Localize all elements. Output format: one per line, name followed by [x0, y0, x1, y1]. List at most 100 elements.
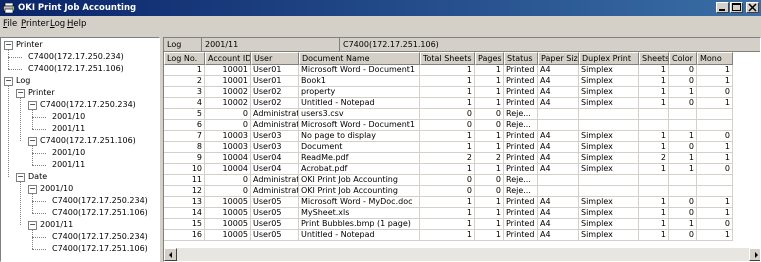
scroll-left-button[interactable]: [164, 248, 177, 261]
arrow-left-icon: [169, 252, 172, 258]
menu-file[interactable]: File: [3, 19, 17, 29]
table-row[interactable]: 7 10003 User03 No page to display 1 1 Printed A…: [164, 131, 733, 142]
column-header[interactable]: Color: [669, 52, 697, 65]
tree-item[interactable]: 2001/11: [52, 123, 85, 135]
table-cell: 11: [164, 175, 205, 186]
table-cell: 0: [205, 186, 251, 197]
tree-item[interactable]: Printer: [16, 39, 43, 51]
table-cell: OKI Print Job Accounting: [299, 186, 420, 197]
table-cell: [669, 120, 697, 131]
table-cell: Printed: [504, 219, 538, 230]
tree-collapse-icon[interactable]: −: [4, 76, 13, 86]
tree-item[interactable]: C7400(172.17.251.106): [52, 243, 148, 255]
tree-item[interactable]: 2001/11: [52, 159, 85, 171]
tree-item[interactable]: C7400(172.17.251.106): [40, 135, 136, 147]
table-row[interactable]: 10 10004 User04 Acrobat.pdf 1 1 Printed A4 Simpl…: [164, 164, 733, 175]
column-header[interactable]: Status: [504, 52, 538, 65]
tree-item[interactable]: C7400(172.17.251.106): [28, 63, 124, 75]
table-cell: OKI Print Job Accounting: [299, 175, 420, 186]
column-header[interactable]: Document Name: [299, 52, 420, 65]
log-table[interactable]: Log No. Account ID User Document Name Total …: [164, 52, 760, 248]
table-cell: User04: [251, 153, 299, 164]
table-row[interactable]: 60AdministratorMicrosoft Word - Document…: [164, 120, 733, 131]
menu-log[interactable]: Log: [50, 19, 65, 29]
table-row[interactable]: 120AdministratorOKI Print Job Accounting…: [164, 186, 733, 197]
table-row[interactable]: 13 10005 User05 Microsoft Word - MyDoc.doc 1…: [164, 197, 733, 208]
minimize-button[interactable]: [716, 2, 729, 13]
column-header[interactable]: Log No.: [164, 52, 205, 65]
tree-item[interactable]: C7400(172.17.250.234): [40, 99, 136, 111]
table-row[interactable]: 14 10005 User05 MySheet.xls 1 1 Printed A4 Simpl…: [164, 208, 733, 219]
tree-collapse-icon[interactable]: −: [28, 136, 37, 146]
menu-printer[interactable]: Printer: [21, 19, 49, 29]
table-row[interactable]: 50Administratorusers3.csv00Reje...: [164, 109, 733, 120]
column-header[interactable]: Account ID: [205, 52, 251, 65]
tree-item[interactable]: C7400(172.17.251.106): [52, 207, 148, 219]
tree-guide-line: [8, 50, 9, 69]
column-header[interactable]: Mono: [697, 52, 733, 65]
maximize-button[interactable]: [730, 2, 743, 13]
tree-collapse-icon[interactable]: −: [28, 184, 37, 194]
table-row[interactable]: 110AdministratorOKI Print Job Accounting…: [164, 175, 733, 186]
table-row[interactable]: 1 10001 User01 Microsoft Word - Document1 1 1…: [164, 65, 733, 76]
close-button[interactable]: [746, 2, 759, 13]
table-cell: Microsoft Word - Document1: [299, 120, 420, 131]
navigation-tree[interactable]: − Printer C7400(172.17.250.234) C7400(172.1…: [0, 37, 160, 262]
tree-collapse-icon[interactable]: −: [28, 100, 37, 110]
column-header[interactable]: Duplex Print: [579, 52, 639, 65]
table-row[interactable]: 8 10003 User03 Document 1 1 Printed A4 Simplex 1 0…: [164, 142, 733, 153]
title-bar[interactable]: OKI Print Job Accounting: [0, 0, 761, 16]
tree-item[interactable]: C7400(172.17.250.234): [52, 195, 148, 207]
table-cell: 1: [697, 208, 733, 219]
table-row[interactable]: 9 10004 User04 ReadMe.pdf 2 2 Printed A4 Simplex…: [164, 153, 733, 164]
table-cell: User01: [251, 76, 299, 87]
table-cell: 1: [475, 142, 504, 153]
tree-item[interactable]: Log: [16, 75, 30, 87]
tree-item[interactable]: Date: [28, 171, 47, 183]
tree-item[interactable]: 2001/10: [40, 183, 73, 195]
table-cell: [697, 109, 733, 120]
tree-connector: [32, 165, 46, 166]
tree-item[interactable]: 2001/10: [52, 111, 85, 123]
table-cell: [639, 186, 669, 197]
menu-help[interactable]: Help: [67, 19, 86, 29]
table-cell: 1: [639, 230, 669, 241]
tree-item[interactable]: C7400(172.17.250.234): [28, 51, 124, 63]
table-row[interactable]: 15 10005 User05 Print Bubbles.bmp (1 page) 1…: [164, 219, 733, 230]
table-cell: 1: [475, 131, 504, 142]
tree-connector: [32, 237, 46, 238]
table-cell: 2: [420, 153, 475, 164]
tree-item[interactable]: Printer: [28, 87, 55, 99]
table-cell: [579, 175, 639, 186]
log-printer-label: C7400(172.17.251.106): [343, 40, 439, 49]
tree-guide-line: [32, 194, 33, 213]
table-row[interactable]: 2 10001 User01 Book1 1 1 Printed A4 Simplex 1 0 1: [164, 76, 733, 87]
column-header[interactable]: User: [251, 52, 299, 65]
table-cell: [669, 175, 697, 186]
table-cell: Simplex: [579, 164, 639, 175]
table-cell: [538, 175, 579, 186]
tree-connector: [32, 117, 46, 118]
tree-item[interactable]: 2001/11: [40, 219, 73, 231]
table-row[interactable]: 16 10005 User05 Untitled - Notepad 1 1 Printed…: [164, 230, 733, 241]
scroll-right-button[interactable]: [749, 248, 760, 261]
table-row[interactable]: 3 10002 User02 property 1 1 Printed A4 Simplex 1 1…: [164, 87, 733, 98]
column-header[interactable]: Pages: [475, 52, 504, 65]
table-cell: 10005: [205, 197, 251, 208]
column-header[interactable]: Sheets: [639, 52, 669, 65]
log-type-label: Log: [164, 38, 202, 52]
table-row[interactable]: 4 10002 User02 Untitled - Notepad 1 1 Printed A…: [164, 98, 733, 109]
horizontal-scrollbar[interactable]: [164, 248, 760, 261]
tree-collapse-icon[interactable]: −: [16, 172, 25, 182]
tree-connector: [32, 249, 46, 250]
column-header[interactable]: Paper Size: [538, 52, 579, 65]
app-window: OKI Print Job Accounting File Printer Log H…: [0, 0, 761, 262]
tree-collapse-icon[interactable]: −: [28, 220, 37, 230]
table-cell: 8: [164, 142, 205, 153]
tree-item[interactable]: 2001/10: [52, 147, 85, 159]
tree-collapse-icon[interactable]: −: [4, 40, 13, 50]
tree-collapse-icon[interactable]: −: [16, 88, 25, 98]
column-header[interactable]: Total Sheets: [420, 52, 475, 65]
table-cell: [639, 175, 669, 186]
tree-item[interactable]: C7400(172.17.250.234): [52, 231, 148, 243]
